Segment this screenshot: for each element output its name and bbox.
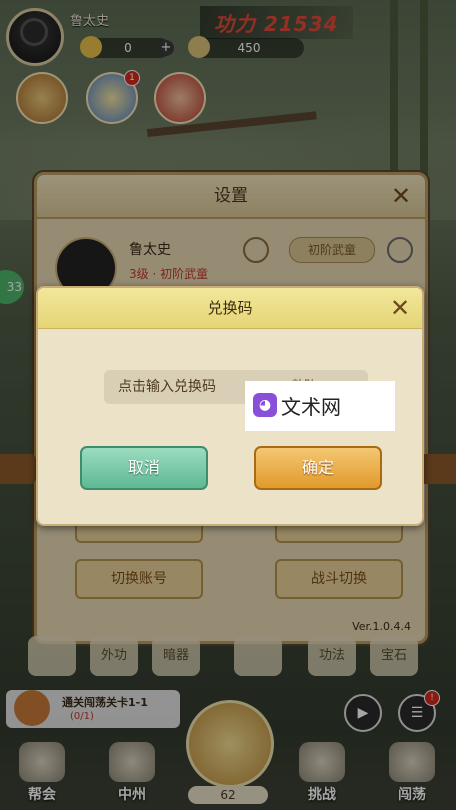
cancel-button[interactable]: 取消 <box>80 446 208 490</box>
dialog-title: 兑换码 <box>38 288 422 329</box>
watermark: ◕ 文术网 <box>245 381 395 431</box>
dialog-close-icon[interactable]: ✕ <box>386 294 414 322</box>
confirm-button[interactable]: 确定 <box>254 446 382 490</box>
watermark-text: 文术网 <box>281 395 341 419</box>
watermark-logo-icon: ◕ <box>253 393 277 417</box>
